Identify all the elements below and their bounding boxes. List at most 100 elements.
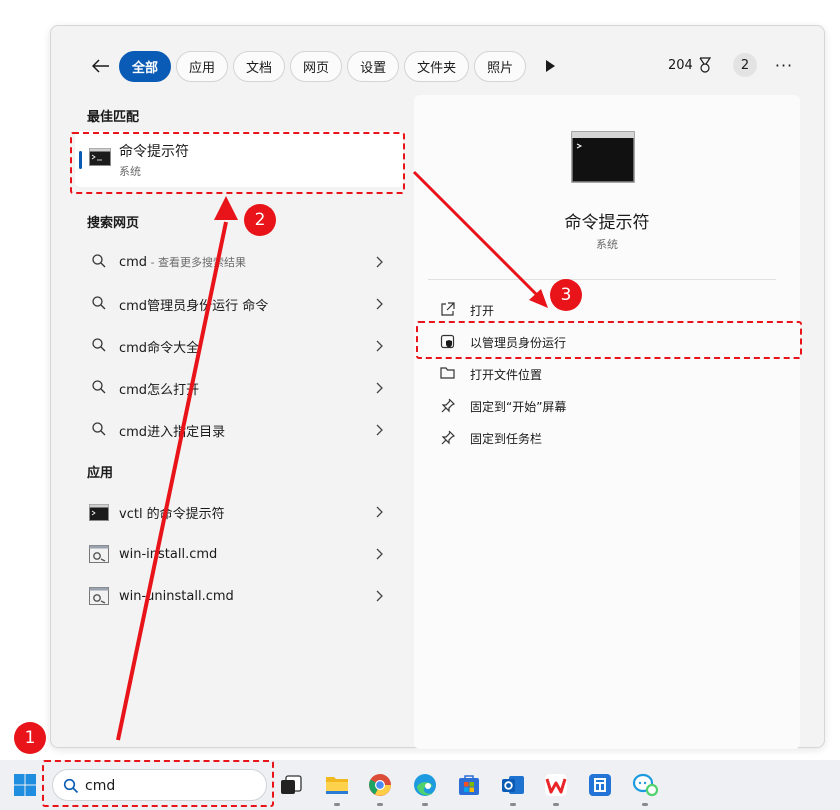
- file-explorer-icon: [326, 777, 348, 794]
- web-result-label: cmd怎么打开: [119, 382, 200, 398]
- chrome-icon: [369, 774, 391, 796]
- chat-bubble-icon: [632, 773, 658, 797]
- rewards-medal-icon: [699, 57, 711, 73]
- taskbar-explorer[interactable]: [322, 770, 352, 800]
- task-view-button[interactable]: [276, 770, 306, 800]
- search-icon: [92, 422, 106, 436]
- app-result-label: vctl 的命令提示符: [119, 506, 225, 522]
- wps-office-icon: [545, 774, 567, 796]
- app-result-item[interactable]: win-install.cmd: [75, 534, 403, 574]
- web-result-label: cmd进入指定目录: [119, 424, 226, 440]
- script-file-icon: [89, 587, 109, 605]
- web-result-item[interactable]: cmd进入指定目录: [75, 410, 403, 450]
- search-icon: [92, 254, 106, 268]
- app-result-label: win-install.cmd: [119, 546, 218, 562]
- chevron-right-icon: [376, 340, 383, 352]
- rewards-points[interactable]: 204: [668, 57, 712, 73]
- windows-logo-icon: [14, 774, 36, 796]
- search-icon: [92, 338, 106, 352]
- detail-pane: 命令提示符 系统 打开 以管理员身份运行 打开文件位置 固定到“开始”屏幕 固定…: [414, 95, 800, 749]
- taskbar-outlook[interactable]: [498, 770, 528, 800]
- tab-web[interactable]: 网页: [290, 51, 343, 82]
- chevron-right-icon: [376, 548, 383, 560]
- running-indicator: [422, 803, 428, 806]
- rewards-points-value: 204: [668, 57, 693, 73]
- tab-all[interactable]: 全部: [119, 51, 172, 82]
- chevron-right-icon: [376, 298, 383, 310]
- cmd-app-icon-large: [571, 131, 635, 183]
- chevron-right-icon: [376, 590, 383, 602]
- edge-icon: [414, 774, 436, 796]
- back-button[interactable]: [87, 52, 115, 80]
- folder-icon: [440, 367, 455, 379]
- action-pin-to-taskbar[interactable]: 固定到任务栏: [428, 423, 788, 453]
- open-external-icon: [441, 302, 455, 316]
- running-indicator: [510, 803, 516, 806]
- microsoft-store-icon: [459, 775, 479, 795]
- action-pin-to-taskbar-label: 固定到任务栏: [470, 431, 543, 446]
- detail-category: 系统: [596, 238, 618, 251]
- chevron-right-icon: [376, 382, 383, 394]
- chevron-right-icon: [376, 506, 383, 518]
- taskbar-edge[interactable]: [410, 770, 440, 800]
- web-search-heading: 搜索网页: [87, 216, 140, 231]
- detail-title: 命令提示符: [564, 213, 650, 233]
- app-result-label: win-uninstall.cmd: [119, 588, 234, 604]
- running-indicator: [377, 803, 383, 806]
- taskbar-store[interactable]: [454, 770, 484, 800]
- outlook-icon: [502, 776, 524, 794]
- start-button[interactable]: [10, 770, 40, 800]
- annotation-step-2: 2: [244, 204, 276, 236]
- web-result-label: cmd命令大全: [119, 340, 200, 356]
- filter-bar: 全部 应用 文档 网页 设置 文件夹 照片 204 2 ···: [51, 48, 824, 84]
- action-open-file-location-label: 打开文件位置: [470, 367, 543, 382]
- tab-settings[interactable]: 设置: [347, 51, 400, 82]
- search-icon: [92, 380, 106, 394]
- chevron-right-icon: [376, 256, 383, 268]
- search-icon: [92, 296, 106, 310]
- running-indicator: [553, 803, 559, 806]
- app-result-item[interactable]: win-uninstall.cmd: [75, 576, 403, 616]
- taskbar-chat[interactable]: [630, 770, 660, 800]
- divider: [428, 279, 776, 280]
- web-result-label: cmd管理员身份运行 命令: [119, 298, 269, 314]
- app-result-item[interactable]: vctl 的命令提示符: [75, 492, 403, 532]
- web-result-label: cmd - 查看更多搜索结果: [119, 255, 247, 270]
- web-result-item[interactable]: cmd管理员身份运行 命令: [75, 284, 403, 324]
- tab-documents[interactable]: 文档: [233, 51, 286, 82]
- more-tabs-play-icon[interactable]: [543, 58, 557, 74]
- notification-badge[interactable]: 2: [733, 53, 757, 77]
- tab-folders[interactable]: 文件夹: [404, 51, 470, 82]
- task-view-icon: [281, 775, 302, 794]
- script-file-icon: [89, 545, 109, 563]
- running-indicator: [334, 803, 340, 806]
- chevron-right-icon: [376, 424, 383, 436]
- taskbar-chrome[interactable]: [365, 770, 395, 800]
- action-open-label: 打开: [470, 303, 495, 318]
- taskbar-app[interactable]: [585, 770, 615, 800]
- web-result-item[interactable]: cmd - 查看更多搜索结果: [75, 242, 403, 282]
- running-indicator: [642, 803, 648, 806]
- filter-tabs: 全部 应用 文档 网页 设置 文件夹 照片: [119, 51, 531, 82]
- highlight-best-match: [70, 132, 405, 194]
- app-window-icon: [589, 774, 611, 796]
- back-arrow-icon: [92, 59, 109, 73]
- action-pin-to-start-label: 固定到“开始”屏幕: [470, 399, 567, 414]
- action-pin-to-start[interactable]: 固定到“开始”屏幕: [428, 391, 788, 421]
- action-open-file-location[interactable]: 打开文件位置: [428, 359, 788, 389]
- tab-photos[interactable]: 照片: [474, 51, 527, 82]
- highlight-search-box: [42, 760, 274, 807]
- taskbar-wps[interactable]: [541, 770, 571, 800]
- more-options-button[interactable]: ···: [773, 52, 795, 78]
- cmd-app-icon: [89, 504, 109, 521]
- best-match-heading: 最佳匹配: [87, 110, 140, 125]
- pin-icon: [441, 398, 455, 413]
- highlight-run-as-admin: [416, 321, 802, 359]
- web-result-item[interactable]: cmd命令大全: [75, 326, 403, 366]
- pin-icon: [441, 430, 455, 445]
- apps-heading: 应用: [87, 466, 114, 481]
- annotation-step-3: 3: [550, 279, 582, 311]
- web-result-item[interactable]: cmd怎么打开: [75, 368, 403, 408]
- annotation-step-1: 1: [14, 722, 46, 754]
- tab-apps[interactable]: 应用: [176, 51, 229, 82]
